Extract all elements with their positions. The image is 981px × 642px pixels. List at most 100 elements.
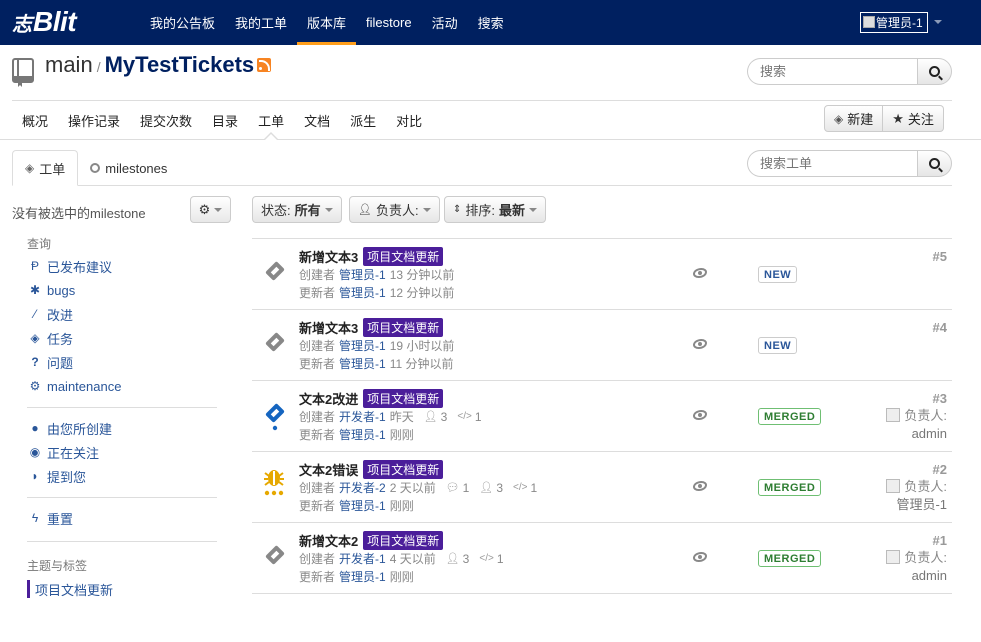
eye-icon[interactable] [693,481,707,491]
subnav-item[interactable]: 提交次数 [130,101,202,139]
creator-link[interactable]: 开发者-1 [339,408,386,425]
chevron-down-icon[interactable] [934,20,942,24]
eye-icon[interactable] [693,410,707,420]
topic-filter-link[interactable]: 项目文档更新 [27,580,113,598]
ticket-updated-meta: 更新者 管理员-1 刚刚 [299,497,414,514]
eye-icon: ◉ [29,445,41,459]
topic-badge[interactable]: 项目文档更新 [363,318,444,337]
repository-icon [12,58,34,87]
updated-by-label: 更新者 [299,357,336,371]
search-button[interactable] [917,58,952,85]
subnav-item[interactable]: 目录 [202,101,248,139]
sidebar-personal-item[interactable]: ◉ 正在关注 [27,442,99,462]
project-link[interactable]: main [45,52,93,78]
request-icon [262,543,288,573]
new-ticket-label: 新建 [847,112,874,127]
table-row[interactable]: 新增文本2 项目文档更新 创建者 开发者-1 4 天以前 👤︎ 3 </> 1 更新者 管理员-1 刚… [252,522,952,594]
ticket-title-link[interactable]: 新增文本3 [299,318,358,337]
avatar[interactable]: 管理员-1 [860,11,928,33]
ticket-title-link[interactable]: 文本2错误 [299,460,358,479]
ticket-number[interactable]: #2 [933,462,947,477]
brand-logo[interactable]: 志 Blit [12,5,77,39]
rss-icon[interactable] [257,58,271,72]
ticket-title-link[interactable]: 文本2改进 [299,389,358,408]
ticket-title-line: 新增文本3 项目文档更新 [299,318,444,337]
topic-badge[interactable]: 项目文档更新 [363,460,444,479]
table-row[interactable]: 新增文本3 项目文档更新 创建者 管理员-1 13 分钟以前 更新者 管理员-1 12 分钟以… [252,238,952,309]
status-filter-value: 所有 [294,203,321,218]
subnav-item[interactable]: 工单 [248,101,294,140]
creator-link[interactable]: 开发者-1 [339,550,386,567]
brand-prefix: 志 [12,13,32,36]
subnav-item[interactable]: 概况 [12,101,58,139]
nav-item[interactable]: 我的公告板 [140,0,225,45]
ticket-search-input[interactable] [747,150,917,177]
updater-link[interactable]: 管理员-1 [339,497,386,514]
ticket-number[interactable]: #5 [933,249,947,264]
sidebar-query-item[interactable]: ◈ 任务 [27,328,73,348]
ticket-number[interactable]: #1 [933,533,947,548]
participant-count-value: 3 [496,480,504,495]
broken-image-icon [886,408,901,422]
reset-link[interactable]: ϟ 重置 [27,508,73,528]
eye-icon[interactable] [693,552,707,562]
updated-time: 刚刚 [389,570,414,584]
sidebar-personal-item[interactable]: ● 由您所创建 [27,418,112,438]
eye-icon[interactable] [693,268,707,278]
creator-link[interactable]: 管理员-1 [339,337,386,354]
subnav-item[interactable]: 操作记录 [58,101,130,139]
tab-tickets[interactable]: ◈ 工单 [12,150,79,186]
table-row[interactable]: 新增文本3 项目文档更新 创建者 管理员-1 19 小时以前 更新者 管理员-1 11 分钟以… [252,309,952,380]
subnav-item[interactable]: 对比 [386,101,432,139]
topic-badge[interactable]: 项目文档更新 [363,389,444,408]
updater-link[interactable]: 管理员-1 [339,426,386,443]
subnav-item[interactable]: 文档 [294,101,340,139]
updater-link[interactable]: 管理员-1 [339,568,386,585]
repository-link[interactable]: MyTestTickets [105,52,255,78]
top-navbar: 志 Blit 我的公告板 我的工单 版本库 filestore 活动 搜索 管理员-1 [0,0,981,45]
ticket-number[interactable]: #4 [933,320,947,335]
topic-badge[interactable]: 项目文档更新 [363,247,444,266]
sidebar-query-item[interactable]: ? 问题 [27,352,73,372]
comment-icon: ◗ [31,469,39,483]
nav-item[interactable]: 我的工单 [225,0,297,45]
user-icon: 👤︎ [445,553,460,565]
eye-icon[interactable] [693,339,707,349]
status-filter[interactable]: 状态: 所有 [252,196,342,223]
bolt-icon: ϟ [31,511,39,525]
updater-link[interactable]: 管理员-1 [339,355,386,372]
table-row[interactable]: 文本2错误 项目文档更新 创建者 开发者-2 2 天以前 💬︎ 1 👤︎ 3 </> 1 更新者 管理员… [252,451,952,522]
watch-button[interactable]: ★ 关注 [883,105,944,132]
responsible-filter[interactable]: 👤︎ 负责人: [349,196,440,223]
ticket-updated-meta: 更新者 管理员-1 12 分钟以前 [299,284,454,301]
user-menu[interactable]: 管理员-1 [860,11,942,33]
subnav-item[interactable]: 派生 [340,101,386,139]
milestone-settings-button[interactable]: ⚙ [190,196,231,223]
nav-item[interactable]: filestore [356,0,422,45]
tab-milestones[interactable]: milestones [78,150,179,186]
search-input[interactable] [747,58,917,85]
topic-badge[interactable]: 项目文档更新 [363,531,444,550]
new-ticket-button[interactable]: ◈ 新建 [824,105,884,132]
ticket-title-link[interactable]: 新增文本2 [299,531,358,550]
ticket-title-link[interactable]: 新增文本3 [299,247,358,266]
updater-link[interactable]: 管理员-1 [339,284,386,301]
sort-filter[interactable]: ⇕ 排序: 最新 [444,196,547,223]
creator-link[interactable]: 开发者-2 [339,479,386,496]
ticket-number[interactable]: #3 [933,391,947,406]
sidebar-query-item[interactable]: Ᵽ 已发布建议 [27,256,112,276]
nav-item[interactable]: 活动 [422,0,468,45]
sidebar-query-item[interactable]: ✱ bugs [27,280,75,300]
ticket-search-button[interactable] [917,150,952,177]
sidebar-query-item[interactable]: ⁄ 改进 [27,304,73,324]
ticket-updated-meta: 更新者 管理员-1 刚刚 [299,568,414,585]
sidebar-personal-item[interactable]: ◗ 提到您 [27,466,86,486]
nav-item[interactable]: 搜索 [468,0,514,45]
request-icon [262,259,288,289]
creator-link[interactable]: 管理员-1 [339,266,386,283]
nav-item[interactable]: 版本库 [297,0,357,45]
created-by-label: 创建者 [299,268,336,282]
sidebar-query-item[interactable]: ⚙ maintenance [27,376,122,396]
table-row[interactable]: 文本2改进 项目文档更新 创建者 开发者-1 昨天 👤︎ 3 </> 1 更新者 管理员-1 刚刚 ME… [252,380,952,451]
status-badge: MERGED [758,479,822,496]
